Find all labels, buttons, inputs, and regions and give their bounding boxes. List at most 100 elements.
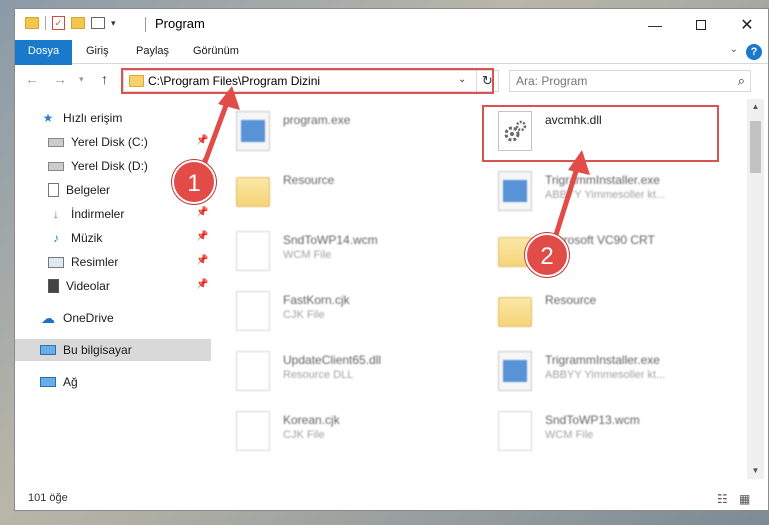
sidebar-item-label: Resimler <box>71 255 119 269</box>
maximize-button[interactable] <box>678 9 724 40</box>
sidebar-item-pictures[interactable]: Resimler 📌 <box>15 251 211 273</box>
application-icon <box>498 171 532 211</box>
list-item[interactable]: UpdateClient65.dll Resource DLL <box>226 345 466 399</box>
dll-file-icon <box>236 351 270 391</box>
vertical-scrollbar[interactable]: ▲ ▼ <box>747 99 764 479</box>
search-input[interactable] <box>516 74 716 88</box>
list-item[interactable]: SndToWP14.wcm WCM File <box>226 225 466 279</box>
step-badge-2: 2 <box>525 233 569 277</box>
sidebar-item-label: OneDrive <box>63 311 114 325</box>
list-item[interactable]: program.exe <box>226 105 466 159</box>
sidebar-item-this-pc[interactable]: Bu bilgisayar <box>15 339 211 361</box>
view-icon[interactable] <box>91 17 105 29</box>
file-name: TrigrammInstaller.exe <box>545 353 660 367</box>
music-icon: ♪ <box>53 231 59 245</box>
list-item[interactable]: Resource <box>488 285 728 339</box>
file-name: TrigrammInstaller.exe <box>545 173 660 187</box>
recent-chevron-icon[interactable]: ▾ <box>79 74 84 85</box>
up-arrow-icon[interactable]: ↑ <box>101 71 108 87</box>
navigation-pane: ★ Hızlı erişim Yerel Disk (C:) 📌 Yerel D… <box>15 99 211 479</box>
list-item[interactable]: Microsoft VC90 CRT <box>488 225 728 279</box>
scroll-up-icon[interactable]: ▲ <box>747 99 764 115</box>
sidebar-item-network[interactable]: Ağ <box>15 371 211 393</box>
tab-gorunum[interactable]: Görünüm <box>193 40 239 63</box>
forward-arrow-icon[interactable]: → <box>53 71 67 87</box>
close-button[interactable]: ✕ <box>724 9 768 40</box>
pin-icon[interactable]: 📌 <box>196 135 208 146</box>
file-type: CJK File <box>283 309 325 321</box>
sidebar-item-local-disk-c[interactable]: Yerel Disk (C:) 📌 <box>15 131 211 153</box>
minimize-button[interactable]: — <box>632 9 678 40</box>
sidebar-item-downloads[interactable]: ↓ İndirmeler 📌 <box>15 203 211 225</box>
file-type: CJK File <box>283 429 325 441</box>
window-title: Program <box>155 16 205 31</box>
sidebar-item-label: Ağ <box>63 375 78 389</box>
pin-icon[interactable]: 📌 <box>196 231 208 242</box>
file-name: Korean.cjk <box>283 413 340 427</box>
file-type: WCM File <box>545 429 594 441</box>
file-name: SndToWP14.wcm <box>283 233 378 247</box>
star-icon: ★ <box>42 111 54 125</box>
folder-icon <box>25 17 39 29</box>
application-icon <box>236 111 270 151</box>
folder-icon <box>236 177 270 207</box>
application-icon <box>498 351 532 391</box>
list-item[interactable]: FastKorn.cjk CJK File <box>226 285 466 339</box>
list-item[interactable]: SndToWP13.wcm WCM File <box>488 405 728 459</box>
video-icon <box>48 279 59 293</box>
sidebar-item-label: Müzik <box>71 231 103 245</box>
file-type: ABBYY Yimmesoller kt... <box>545 189 666 201</box>
file-name: program.exe <box>283 113 351 127</box>
list-item[interactable]: TrigrammInstaller.exe ABBYY Yimmesoller … <box>488 165 728 219</box>
status-bar: 101 öğe ☷ ▦ <box>15 487 768 510</box>
scrollbar-thumb[interactable] <box>750 121 761 173</box>
file-icon <box>236 231 270 271</box>
sidebar-item-label: İndirmeler <box>71 207 125 221</box>
file-name: FastKorn.cjk <box>283 293 350 307</box>
sidebar-item-videos[interactable]: Videolar 📌 <box>15 275 211 297</box>
sidebar-item-label: Belgeler <box>66 183 111 197</box>
network-icon <box>40 377 56 387</box>
cloud-icon: ☁ <box>41 310 55 326</box>
tab-paylas[interactable]: Paylaş <box>136 40 169 63</box>
help-button[interactable]: ? <box>746 44 762 60</box>
sidebar-item-quick-access[interactable]: ★ Hızlı erişim <box>15 107 211 129</box>
close-icon: ✕ <box>740 16 754 34</box>
tab-giris[interactable]: Giriş <box>86 40 109 63</box>
maximize-icon <box>696 19 706 30</box>
file-name: Resource <box>545 293 597 307</box>
sidebar-item-music[interactable]: ♪ Müzik 📌 <box>15 227 211 249</box>
pin-icon[interactable]: 📌 <box>196 255 208 266</box>
sidebar-item-label: Bu bilgisayar <box>63 343 132 357</box>
title-divider <box>145 17 146 32</box>
properties-icon[interactable]: ✓ <box>52 16 65 30</box>
details-view-icon[interactable]: ☷ <box>717 492 728 506</box>
minimize-icon: — <box>648 16 662 33</box>
chevron-down-icon[interactable]: ⌄ <box>730 44 738 55</box>
chevron-down-icon[interactable]: ▾ <box>111 18 116 29</box>
sidebar-item-label: Videolar <box>66 279 110 293</box>
file-name: Resource <box>283 173 335 187</box>
drive-icon <box>48 137 64 147</box>
pin-icon[interactable]: 📌 <box>196 279 208 290</box>
list-item[interactable]: TrigrammInstaller.exe ABBYY Yimmesoller … <box>488 345 728 399</box>
search-box[interactable]: ⌕ <box>509 70 751 92</box>
pin-icon[interactable]: 📌 <box>196 207 208 218</box>
large-icons-view-icon[interactable]: ▦ <box>739 492 750 506</box>
list-item[interactable]: Resource <box>226 165 466 219</box>
scroll-down-icon[interactable]: ▼ <box>747 463 764 479</box>
file-type: Resource DLL <box>283 369 354 381</box>
file-name: SndToWP13.wcm <box>545 413 640 427</box>
sidebar-item-label: Yerel Disk (C:) <box>71 135 148 149</box>
search-icon[interactable]: ⌕ <box>738 73 745 89</box>
folder-icon <box>498 297 532 327</box>
address-bar-highlight <box>121 68 494 94</box>
file-type: ABBYY Yimmesoller kt... <box>545 369 666 381</box>
new-folder-icon[interactable] <box>71 17 85 29</box>
download-icon: ↓ <box>53 207 59 221</box>
ribbon-tabs: Dosya Giriş Paylaş Görünüm ⌄ ? <box>15 40 768 94</box>
list-item[interactable]: Korean.cjk CJK File <box>226 405 466 459</box>
back-arrow-icon[interactable]: ← <box>25 71 39 87</box>
drive-icon <box>48 161 64 171</box>
sidebar-item-onedrive[interactable]: ☁ OneDrive <box>15 307 211 329</box>
